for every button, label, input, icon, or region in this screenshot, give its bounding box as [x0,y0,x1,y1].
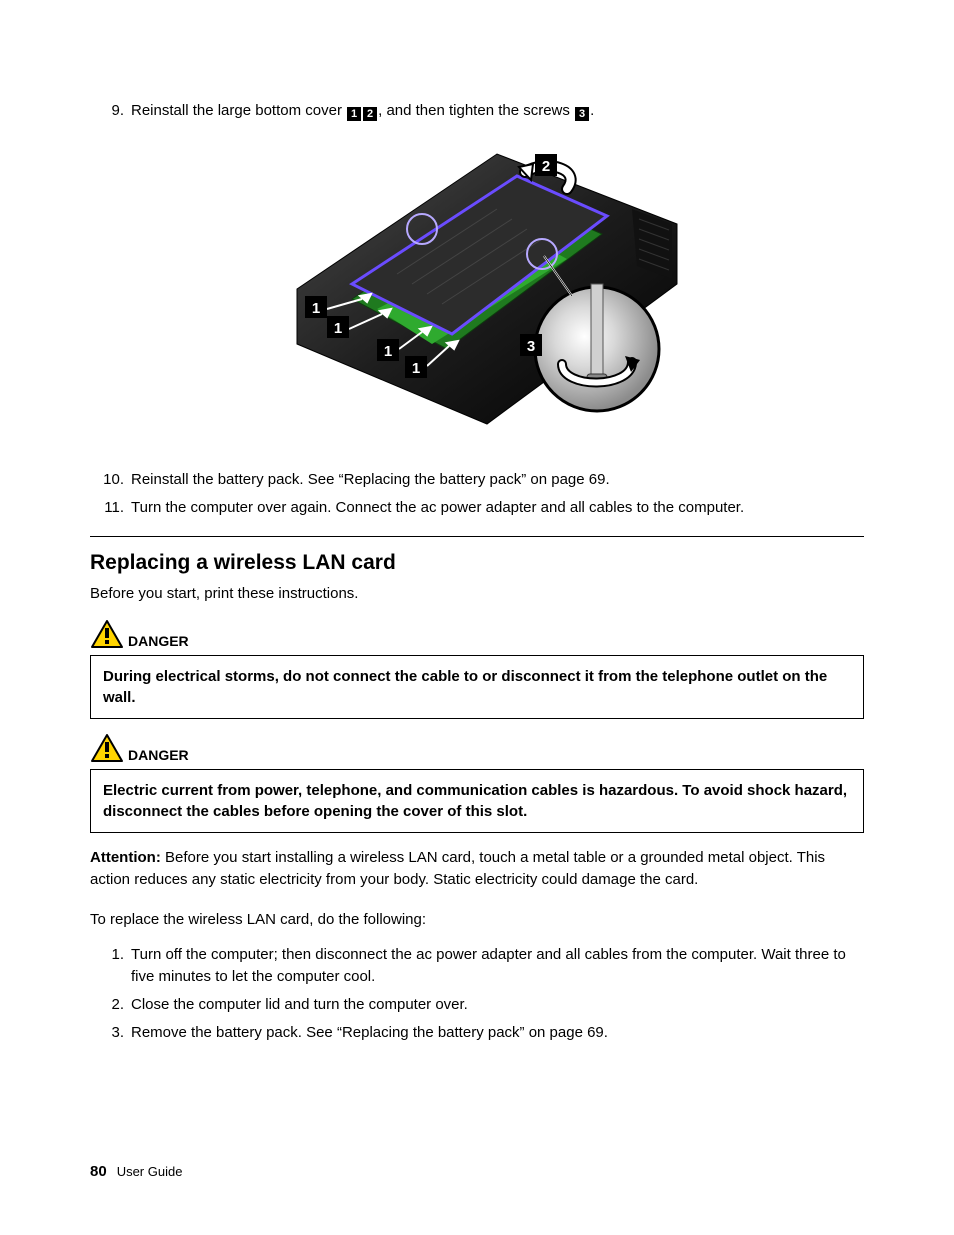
danger-label: DANGER [128,747,189,763]
section-divider [90,536,864,537]
callout-3: 3 [575,107,589,121]
step-9: 9. Reinstall the large bottom cover 12, … [90,100,864,122]
fig-callout-1a: 1 [312,300,320,317]
danger-header-2: DANGER [90,733,864,763]
list-item: 2. Close the computer lid and turn the c… [90,994,864,1016]
step-number: 10. [90,469,131,491]
step-11: 11. Turn the computer over again. Connec… [90,497,864,519]
text: Reinstall the large bottom cover [131,102,346,119]
list-item: 1. Turn off the computer; then disconnec… [90,944,864,988]
step-body: Reinstall the battery pack. See “Replaci… [131,469,864,491]
step-body: Turn the computer over again. Connect th… [131,497,864,519]
page: 9. Reinstall the large bottom cover 12, … [0,0,954,1235]
danger-icon [90,733,124,763]
step-10: 10. Reinstall the battery pack. See “Rep… [90,469,864,491]
danger-box-1: During electrical storms, do not connect… [90,655,864,719]
step-number: 2. [90,994,131,1016]
attention-text: Before you start installing a wireless L… [90,849,825,888]
step-body: Remove the battery pack. See “Replacing … [131,1022,864,1044]
lead-in-paragraph: To replace the wireless LAN card, do the… [90,909,864,931]
danger-label: DANGER [128,633,189,649]
page-footer: 80 User Guide [90,1163,182,1180]
intro-paragraph: Before you start, print these instructio… [90,583,864,605]
text: , and then tighten the screws [378,102,574,119]
fig-callout-2: 2 [542,158,550,175]
lan-steps-list: 1. Turn off the computer; then disconnec… [90,944,864,1043]
step-body: Turn off the computer; then disconnect t… [131,944,864,988]
step-number: 9. [90,100,131,122]
fig-callout-1c: 1 [384,343,392,360]
step-number: 3. [90,1022,131,1044]
figure: 2 1 1 1 1 3 [90,134,864,434]
fig-callout-1d: 1 [412,360,420,377]
list-item: 3. Remove the battery pack. See “Replaci… [90,1022,864,1044]
page-number: 80 [90,1163,107,1180]
attention-paragraph: Attention: Before you start installing a… [90,847,864,891]
attention-label: Attention: [90,849,161,866]
text: . [590,102,594,119]
doc-title: User Guide [117,1164,183,1179]
upper-steps-list: 9. Reinstall the large bottom cover 12, … [90,100,864,122]
step-number: 11. [90,497,131,519]
danger-icon [90,619,124,649]
step-number: 1. [90,944,131,988]
danger-box-2: Electric current from power, telephone, … [90,769,864,833]
section-heading: Replacing a wireless LAN card [90,551,864,575]
callout-2: 2 [363,107,377,121]
callout-1: 1 [347,107,361,121]
fig-callout-1b: 1 [334,320,342,337]
step-body: Close the computer lid and turn the comp… [131,994,864,1016]
fig-callout-3: 3 [527,338,535,355]
bottom-cover-illustration: 2 1 1 1 1 3 [267,134,687,434]
danger-header-1: DANGER [90,619,864,649]
upper-steps-list-cont: 10. Reinstall the battery pack. See “Rep… [90,469,864,519]
step-body: Reinstall the large bottom cover 12, and… [131,100,864,122]
